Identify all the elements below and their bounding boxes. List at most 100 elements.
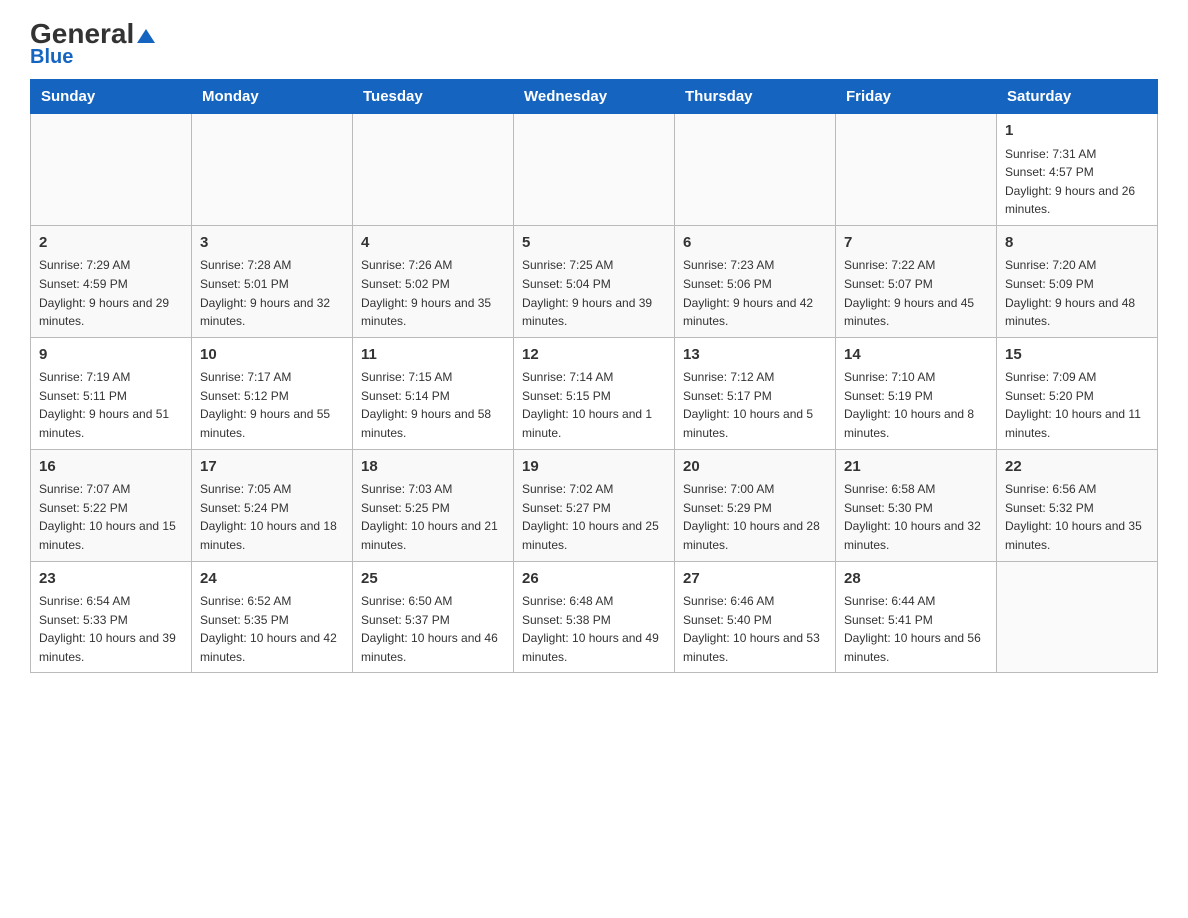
- calendar-cell: 23Sunrise: 6:54 AM Sunset: 5:33 PM Dayli…: [31, 561, 192, 673]
- day-number: 13: [683, 344, 827, 367]
- calendar-cell: 19Sunrise: 7:02 AM Sunset: 5:27 PM Dayli…: [514, 449, 675, 561]
- calendar-cell: 12Sunrise: 7:14 AM Sunset: 5:15 PM Dayli…: [514, 337, 675, 449]
- calendar-cell: [31, 114, 192, 226]
- day-info: Sunrise: 6:50 AM Sunset: 5:37 PM Dayligh…: [361, 592, 505, 666]
- calendar-cell: 11Sunrise: 7:15 AM Sunset: 5:14 PM Dayli…: [353, 337, 514, 449]
- day-number: 5: [522, 232, 666, 255]
- day-number: 10: [200, 344, 344, 367]
- day-header-monday: Monday: [192, 80, 353, 114]
- day-info: Sunrise: 7:17 AM Sunset: 5:12 PM Dayligh…: [200, 368, 344, 442]
- day-info: Sunrise: 7:03 AM Sunset: 5:25 PM Dayligh…: [361, 480, 505, 554]
- day-number: 21: [844, 456, 988, 479]
- week-row-1: 2Sunrise: 7:29 AM Sunset: 4:59 PM Daylig…: [31, 225, 1158, 337]
- day-number: 15: [1005, 344, 1149, 367]
- day-number: 9: [39, 344, 183, 367]
- day-number: 11: [361, 344, 505, 367]
- calendar-cell: 22Sunrise: 6:56 AM Sunset: 5:32 PM Dayli…: [997, 449, 1158, 561]
- day-info: Sunrise: 7:19 AM Sunset: 5:11 PM Dayligh…: [39, 368, 183, 442]
- calendar-cell: 18Sunrise: 7:03 AM Sunset: 5:25 PM Dayli…: [353, 449, 514, 561]
- calendar-cell: 6Sunrise: 7:23 AM Sunset: 5:06 PM Daylig…: [675, 225, 836, 337]
- day-info: Sunrise: 7:10 AM Sunset: 5:19 PM Dayligh…: [844, 368, 988, 442]
- day-info: Sunrise: 7:07 AM Sunset: 5:22 PM Dayligh…: [39, 480, 183, 554]
- day-info: Sunrise: 6:52 AM Sunset: 5:35 PM Dayligh…: [200, 592, 344, 666]
- day-info: Sunrise: 6:56 AM Sunset: 5:32 PM Dayligh…: [1005, 480, 1149, 554]
- logo-blue: Blue: [30, 46, 73, 69]
- day-number: 4: [361, 232, 505, 255]
- day-header-wednesday: Wednesday: [514, 80, 675, 114]
- day-header-thursday: Thursday: [675, 80, 836, 114]
- calendar-cell: 15Sunrise: 7:09 AM Sunset: 5:20 PM Dayli…: [997, 337, 1158, 449]
- logo: General Blue: [30, 20, 155, 69]
- day-number: 17: [200, 456, 344, 479]
- calendar-cell: 10Sunrise: 7:17 AM Sunset: 5:12 PM Dayli…: [192, 337, 353, 449]
- calendar-cell: [192, 114, 353, 226]
- day-number: 18: [361, 456, 505, 479]
- week-row-2: 9Sunrise: 7:19 AM Sunset: 5:11 PM Daylig…: [31, 337, 1158, 449]
- calendar-cell: 5Sunrise: 7:25 AM Sunset: 5:04 PM Daylig…: [514, 225, 675, 337]
- day-info: Sunrise: 7:05 AM Sunset: 5:24 PM Dayligh…: [200, 480, 344, 554]
- day-number: 26: [522, 568, 666, 591]
- calendar-cell: 26Sunrise: 6:48 AM Sunset: 5:38 PM Dayli…: [514, 561, 675, 673]
- day-info: Sunrise: 7:14 AM Sunset: 5:15 PM Dayligh…: [522, 368, 666, 442]
- calendar-cell: 2Sunrise: 7:29 AM Sunset: 4:59 PM Daylig…: [31, 225, 192, 337]
- day-info: Sunrise: 7:22 AM Sunset: 5:07 PM Dayligh…: [844, 256, 988, 330]
- calendar-cell: 28Sunrise: 6:44 AM Sunset: 5:41 PM Dayli…: [836, 561, 997, 673]
- week-row-0: 1Sunrise: 7:31 AM Sunset: 4:57 PM Daylig…: [31, 114, 1158, 226]
- calendar-cell: [675, 114, 836, 226]
- calendar-cell: 4Sunrise: 7:26 AM Sunset: 5:02 PM Daylig…: [353, 225, 514, 337]
- logo-general: General: [30, 20, 155, 48]
- calendar-cell: 20Sunrise: 7:00 AM Sunset: 5:29 PM Dayli…: [675, 449, 836, 561]
- day-info: Sunrise: 7:25 AM Sunset: 5:04 PM Dayligh…: [522, 256, 666, 330]
- day-info: Sunrise: 6:58 AM Sunset: 5:30 PM Dayligh…: [844, 480, 988, 554]
- calendar-cell: 14Sunrise: 7:10 AM Sunset: 5:19 PM Dayli…: [836, 337, 997, 449]
- day-info: Sunrise: 7:29 AM Sunset: 4:59 PM Dayligh…: [39, 256, 183, 330]
- day-number: 2: [39, 232, 183, 255]
- day-info: Sunrise: 6:46 AM Sunset: 5:40 PM Dayligh…: [683, 592, 827, 666]
- day-number: 19: [522, 456, 666, 479]
- day-number: 3: [200, 232, 344, 255]
- day-number: 22: [1005, 456, 1149, 479]
- day-header-sunday: Sunday: [31, 80, 192, 114]
- day-info: Sunrise: 7:20 AM Sunset: 5:09 PM Dayligh…: [1005, 256, 1149, 330]
- day-number: 12: [522, 344, 666, 367]
- day-info: Sunrise: 6:44 AM Sunset: 5:41 PM Dayligh…: [844, 592, 988, 666]
- day-info: Sunrise: 7:31 AM Sunset: 4:57 PM Dayligh…: [1005, 145, 1149, 219]
- calendar-table: SundayMondayTuesdayWednesdayThursdayFrid…: [30, 79, 1158, 673]
- day-info: Sunrise: 6:54 AM Sunset: 5:33 PM Dayligh…: [39, 592, 183, 666]
- days-header-row: SundayMondayTuesdayWednesdayThursdayFrid…: [31, 80, 1158, 114]
- calendar-cell: 8Sunrise: 7:20 AM Sunset: 5:09 PM Daylig…: [997, 225, 1158, 337]
- day-info: Sunrise: 7:15 AM Sunset: 5:14 PM Dayligh…: [361, 368, 505, 442]
- calendar-cell: 1Sunrise: 7:31 AM Sunset: 4:57 PM Daylig…: [997, 114, 1158, 226]
- day-info: Sunrise: 7:02 AM Sunset: 5:27 PM Dayligh…: [522, 480, 666, 554]
- calendar-cell: 27Sunrise: 6:46 AM Sunset: 5:40 PM Dayli…: [675, 561, 836, 673]
- calendar-cell: [353, 114, 514, 226]
- day-number: 1: [1005, 120, 1149, 143]
- day-number: 25: [361, 568, 505, 591]
- calendar-cell: 17Sunrise: 7:05 AM Sunset: 5:24 PM Dayli…: [192, 449, 353, 561]
- day-header-friday: Friday: [836, 80, 997, 114]
- calendar-cell: 9Sunrise: 7:19 AM Sunset: 5:11 PM Daylig…: [31, 337, 192, 449]
- calendar-cell: [836, 114, 997, 226]
- day-number: 20: [683, 456, 827, 479]
- week-row-4: 23Sunrise: 6:54 AM Sunset: 5:33 PM Dayli…: [31, 561, 1158, 673]
- day-info: Sunrise: 7:12 AM Sunset: 5:17 PM Dayligh…: [683, 368, 827, 442]
- week-row-3: 16Sunrise: 7:07 AM Sunset: 5:22 PM Dayli…: [31, 449, 1158, 561]
- calendar-cell: 24Sunrise: 6:52 AM Sunset: 5:35 PM Dayli…: [192, 561, 353, 673]
- day-number: 28: [844, 568, 988, 591]
- calendar-cell: [514, 114, 675, 226]
- calendar-cell: 21Sunrise: 6:58 AM Sunset: 5:30 PM Dayli…: [836, 449, 997, 561]
- calendar-cell: 7Sunrise: 7:22 AM Sunset: 5:07 PM Daylig…: [836, 225, 997, 337]
- calendar-cell: 25Sunrise: 6:50 AM Sunset: 5:37 PM Dayli…: [353, 561, 514, 673]
- page-header: General Blue: [30, 20, 1158, 69]
- day-info: Sunrise: 7:00 AM Sunset: 5:29 PM Dayligh…: [683, 480, 827, 554]
- day-info: Sunrise: 6:48 AM Sunset: 5:38 PM Dayligh…: [522, 592, 666, 666]
- day-number: 16: [39, 456, 183, 479]
- day-info: Sunrise: 7:09 AM Sunset: 5:20 PM Dayligh…: [1005, 368, 1149, 442]
- day-number: 7: [844, 232, 988, 255]
- day-number: 6: [683, 232, 827, 255]
- day-info: Sunrise: 7:26 AM Sunset: 5:02 PM Dayligh…: [361, 256, 505, 330]
- day-info: Sunrise: 7:23 AM Sunset: 5:06 PM Dayligh…: [683, 256, 827, 330]
- day-number: 8: [1005, 232, 1149, 255]
- calendar-cell: [997, 561, 1158, 673]
- day-header-tuesday: Tuesday: [353, 80, 514, 114]
